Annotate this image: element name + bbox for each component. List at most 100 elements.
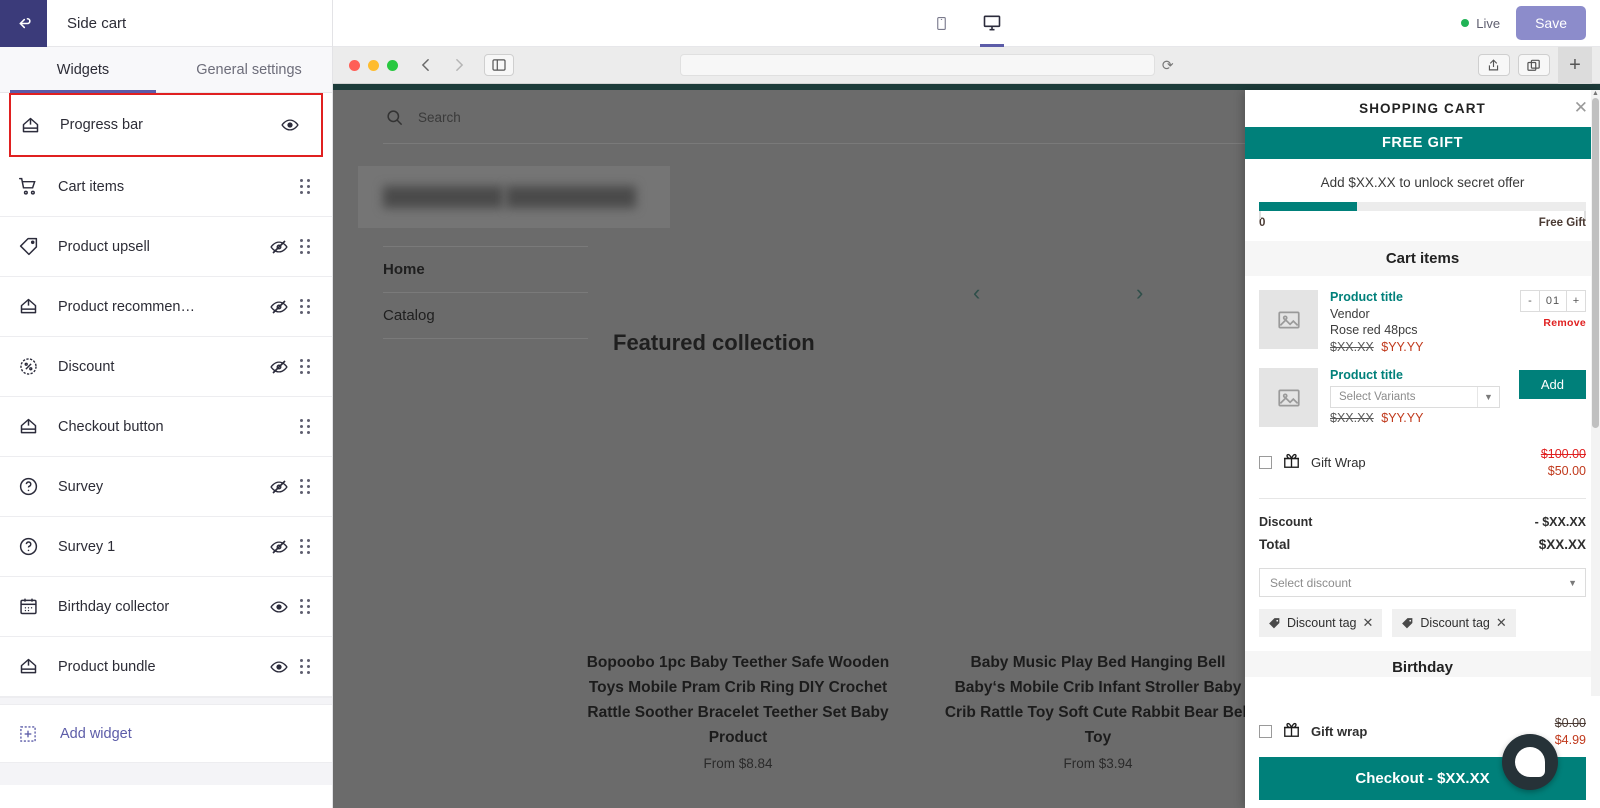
tab-widgets[interactable]: Widgets xyxy=(0,47,166,93)
gift-wrap-checkbox[interactable] xyxy=(1259,456,1272,469)
visibility-eye-off-icon[interactable] xyxy=(264,358,294,376)
share-button[interactable] xyxy=(1477,54,1510,76)
cart-items-heading: Cart items xyxy=(1245,241,1600,276)
chat-bubble-icon[interactable] xyxy=(1502,734,1558,790)
widget-row-discount[interactable]: Discount xyxy=(0,337,332,397)
discount-tag[interactable]: Discount tag ✕ xyxy=(1392,609,1516,637)
drag-handle-icon[interactable] xyxy=(294,419,316,434)
panel-footer xyxy=(0,763,332,785)
visibility-eye-off-icon[interactable] xyxy=(264,238,294,256)
total-value: $XX.XX xyxy=(1538,537,1586,552)
widget-label: Product recommen… xyxy=(58,298,195,315)
widget-row-cart-items[interactable]: Cart items xyxy=(0,157,332,217)
store-logo-blurred xyxy=(358,166,670,228)
line-item-old-price: $XX.XX xyxy=(1330,340,1374,354)
drag-handle-icon[interactable] xyxy=(294,359,316,374)
grand-total-row: Total $XX.XX xyxy=(1259,533,1586,556)
widget-row-survey-1[interactable]: Survey 1 xyxy=(0,517,332,577)
line-item-prices: $XX.XX $YY.YY xyxy=(1330,411,1500,425)
gift-wrap-footer-old-price: $0.00 xyxy=(1554,716,1586,730)
quantity-stepper[interactable]: - 01 + xyxy=(1520,290,1586,312)
product-price: From $8.84 xyxy=(703,756,773,771)
browser-chrome: ⟳ + xyxy=(333,46,1600,84)
visibility-eye-icon[interactable] xyxy=(264,598,294,616)
product-card[interactable]: Baby Music Play Bed Hanging Bell Baby‘s … xyxy=(943,650,1253,771)
minimize-window-dot[interactable] xyxy=(368,59,379,71)
add-to-cart-button[interactable]: Add xyxy=(1518,370,1586,399)
tag-icon xyxy=(1402,617,1413,628)
store-nav: Home Catalog xyxy=(383,246,588,339)
close-icon[interactable]: ✕ xyxy=(1574,99,1588,116)
carousel-next-button[interactable]: › xyxy=(1136,280,1143,306)
store-nav-home[interactable]: Home xyxy=(383,246,588,293)
quantity-decrease-button[interactable]: - xyxy=(1521,291,1540,311)
desktop-preview-button[interactable] xyxy=(976,0,1008,47)
desktop-icon xyxy=(983,15,1000,31)
quantity-value[interactable]: 01 xyxy=(1540,291,1566,311)
scroll-up-arrow-icon[interactable]: ▲ xyxy=(1592,90,1599,97)
drag-handle-icon[interactable] xyxy=(294,479,316,494)
line-item-controls: - 01 + Remove xyxy=(1512,290,1586,354)
widget-row-product-recommendation[interactable]: Product recommen… xyxy=(0,277,332,337)
drag-handle-icon[interactable] xyxy=(294,539,316,554)
live-status-badge: Live xyxy=(1461,16,1500,31)
live-dot-icon xyxy=(1461,19,1470,27)
remove-line-item-button[interactable]: Remove xyxy=(1543,317,1586,329)
widget-row-birthday-collector[interactable]: Birthday collector xyxy=(0,577,332,637)
store-nav-catalog[interactable]: Catalog xyxy=(383,293,588,339)
browser-sidebar-toggle[interactable] xyxy=(484,54,514,76)
drag-handle-icon[interactable] xyxy=(294,659,316,674)
visibility-eye-off-icon[interactable] xyxy=(264,538,294,556)
show-tabs-button[interactable] xyxy=(1517,54,1550,76)
visibility-eye-off-icon[interactable] xyxy=(264,298,294,316)
back-button[interactable] xyxy=(0,0,47,47)
new-tab-button[interactable]: + xyxy=(1557,46,1592,84)
discount-select[interactable]: Select discount ▼ xyxy=(1259,568,1586,597)
discount-select-placeholder: Select discount xyxy=(1270,575,1352,590)
reload-icon[interactable]: ⟳ xyxy=(1162,57,1174,74)
drag-handle-icon[interactable] xyxy=(294,299,316,314)
browser-url-bar[interactable]: ⟳ xyxy=(679,54,1174,76)
browser-forward-button[interactable] xyxy=(446,54,472,76)
gift-wrap-old-price: $100.00 xyxy=(1540,447,1586,461)
line-item-title[interactable]: Product title xyxy=(1330,290,1500,304)
quantity-increase-button[interactable]: + xyxy=(1566,291,1585,311)
close-icon[interactable]: ✕ xyxy=(1362,615,1373,631)
tab-general-settings[interactable]: General settings xyxy=(166,47,332,92)
drag-handle-icon[interactable] xyxy=(294,179,316,194)
close-window-dot[interactable] xyxy=(349,59,360,71)
carousel-prev-button[interactable]: ‹ xyxy=(973,280,980,306)
save-button[interactable]: Save xyxy=(1516,6,1586,40)
visibility-eye-off-icon[interactable] xyxy=(264,478,294,496)
drag-handle-icon[interactable] xyxy=(294,239,316,254)
discount-tag[interactable]: Discount tag ✕ xyxy=(1259,609,1383,637)
widget-row-survey[interactable]: Survey xyxy=(0,457,332,517)
tab-widgets-label: Widgets xyxy=(56,61,110,78)
discount-tag-list: Discount tag ✕ Discount tag ✕ xyxy=(1245,597,1600,637)
line-item-title[interactable]: Product title xyxy=(1330,368,1500,382)
variant-select[interactable]: Select Variants ▼ xyxy=(1330,386,1500,408)
gift-icon xyxy=(1282,720,1301,744)
toolbar-right: Live Save xyxy=(1461,6,1600,40)
maximize-window-dot[interactable] xyxy=(387,59,398,71)
product-price: From $3.94 xyxy=(1063,756,1133,771)
gift-wrap-footer-checkbox[interactable] xyxy=(1259,725,1272,738)
close-icon[interactable]: ✕ xyxy=(1496,615,1507,631)
visibility-eye-icon[interactable] xyxy=(275,116,305,134)
product-card[interactable]: Bopoobo 1pc Baby Teether Safe Wooden Toy… xyxy=(583,650,893,771)
cart-scrollbar[interactable]: ▲ xyxy=(1591,90,1600,696)
app-root: Side cart Widgets General settings Progr… xyxy=(0,0,1600,808)
widget-row-checkout-button[interactable]: Checkout button xyxy=(0,397,332,457)
widget-row-product-bundle[interactable]: Product bundle xyxy=(0,637,332,697)
widget-row-progress-bar[interactable]: Progress bar xyxy=(9,93,323,157)
image-placeholder-icon xyxy=(1277,311,1300,328)
progress-tick-start xyxy=(1259,211,1261,219)
mobile-preview-button[interactable] xyxy=(926,0,958,47)
visibility-eye-icon[interactable] xyxy=(264,658,294,676)
add-widget-button[interactable]: Add widget xyxy=(0,705,332,763)
scrollbar-thumb[interactable] xyxy=(1592,98,1599,428)
browser-back-button[interactable] xyxy=(412,54,438,76)
drag-handle-icon[interactable] xyxy=(294,599,316,614)
line-item-new-price: $YY.YY xyxy=(1381,411,1424,425)
widget-row-product-upsell[interactable]: Product upsell xyxy=(0,217,332,277)
